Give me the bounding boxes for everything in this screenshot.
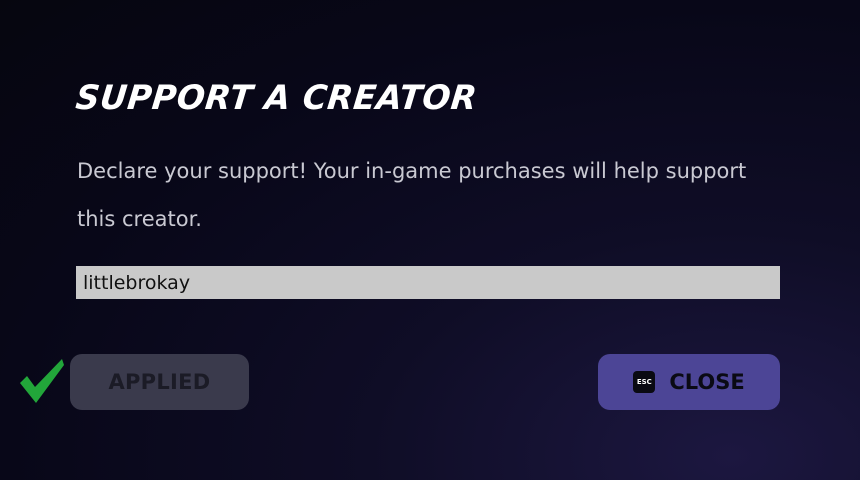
creator-code-input[interactable] bbox=[76, 266, 780, 299]
dialog-title: SUPPORT A CREATOR bbox=[73, 77, 480, 118]
applied-button[interactable]: APPLIED bbox=[70, 354, 249, 410]
applied-button-label: APPLIED bbox=[108, 370, 211, 394]
dialog-description: Declare your support! Your in-game purch… bbox=[77, 159, 747, 231]
esc-key-icon: ESC bbox=[633, 371, 656, 393]
close-button-label: CLOSE bbox=[669, 370, 745, 394]
check-icon bbox=[20, 359, 64, 403]
close-button[interactable]: ESC CLOSE bbox=[598, 354, 780, 410]
support-creator-dialog: SUPPORT A CREATOR Declare your support! … bbox=[0, 0, 860, 480]
